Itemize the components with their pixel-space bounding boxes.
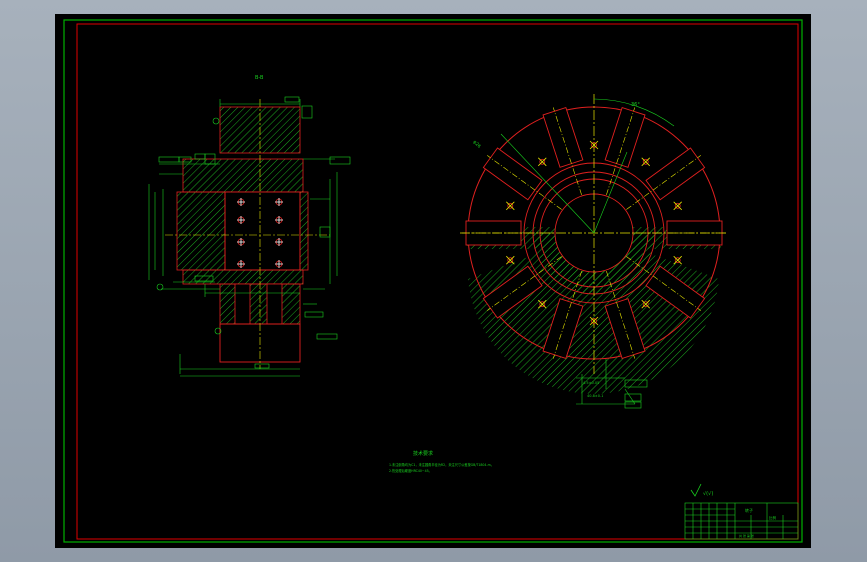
bottom-dimension-b: 40.8±0.1: [587, 394, 603, 398]
rotor-hole-marker: [589, 140, 599, 150]
tech-requirements: 技术要求 1.未注倒角均为C1，未注圆角半径为R2，未注尺寸公差按GB/T180…: [389, 450, 494, 473]
tech-requirement-line-2: 2.热处理后硬度HRC40~45。: [389, 468, 432, 473]
rotor-hole-marker: [506, 201, 515, 211]
section-label: B-B: [255, 75, 264, 81]
rotor-hole-marker: [641, 157, 651, 167]
rotor-hole-marker: [589, 316, 599, 326]
rotor-hole-marker: [537, 157, 547, 167]
rotor-radial-centerline: [626, 155, 701, 210]
diameter-dimension-text: φ26: [472, 139, 482, 149]
title-block-scale: 比例: [769, 515, 777, 520]
rotor-front-view: 36° φ26 4.5±0.05 40.8±0.1: [460, 94, 727, 409]
rotor-hole-marker: [506, 255, 515, 265]
rotor-hole-marker: [641, 299, 651, 309]
bottom-dimension-a: 4.5±0.05: [583, 381, 599, 385]
angle-dimension-text: 36°: [631, 102, 640, 108]
tech-requirements-title: 技术要求: [413, 450, 433, 457]
tech-requirement-line-1: 1.未注倒角均为C1，未注圆角半径为R2，未注尺寸公差按GB/T1804-m。: [389, 462, 494, 467]
roughness-symbol-text: √(√): [703, 491, 713, 497]
section-hole-region: [224, 191, 301, 271]
roughness-symbol: √(√): [690, 483, 713, 497]
title-block-part-name: 转子: [745, 507, 753, 513]
rotor-radial-centerline: [487, 155, 562, 210]
rotor-hole-marker: [673, 201, 682, 211]
rotor-hole-marker: [673, 255, 682, 265]
title-block-sheet: 共 张 第 张: [739, 533, 754, 538]
section-view: B-B: [148, 75, 351, 377]
rotor-hole-marker: [537, 299, 547, 309]
drawing-sheet: B-B 36° φ26 4.5±0.05 40.8±0.1 技术要求 1.未注倒…: [55, 14, 811, 548]
